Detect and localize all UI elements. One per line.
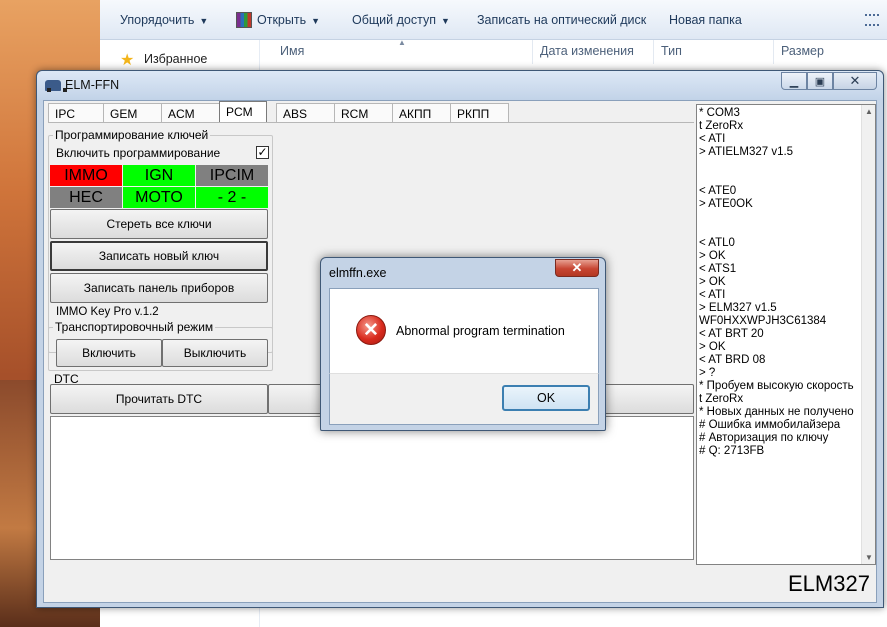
column-name[interactable]: Имя	[280, 44, 304, 58]
nav-favorites[interactable]: Избранное	[144, 52, 207, 66]
log-panel[interactable]: * COM3 t ZeroRx < ATI > ATIELM327 v1.5 < ATE…	[696, 104, 876, 565]
tab-acm[interactable]: ACM	[161, 103, 220, 122]
elm327-label: ELM327	[788, 571, 870, 596]
read-dtc-button[interactable]: Прочитать DTC	[50, 384, 268, 414]
dialog-footer: OK	[329, 373, 599, 425]
log-line: < ATL0	[699, 237, 735, 249]
chevron-down-icon: ▼	[311, 16, 321, 26]
close-icon: ✕	[849, 73, 861, 88]
transport-on-button[interactable]: Включить	[56, 339, 162, 367]
dialog-message: Abnormal program termination	[396, 324, 565, 338]
tab-gem[interactable]: GEM	[103, 103, 162, 122]
chevron-down-icon: ▼	[440, 16, 450, 26]
log-line: # Q: 2713FB	[699, 445, 765, 457]
scroll-down-icon[interactable]: ▼	[865, 553, 873, 562]
minimize-icon: ▁	[789, 75, 799, 88]
log-line: > OK	[699, 250, 726, 262]
group-label: Программирование ключей	[53, 128, 211, 142]
log-line: > ATE0OK	[699, 198, 753, 210]
log-line: < ATE0	[699, 185, 737, 197]
log-line: * COM3	[699, 107, 740, 119]
enable-programming-checkbox[interactable]: ✓	[256, 146, 269, 159]
log-line: # Авторизация по ключу	[699, 432, 829, 444]
tab-akpp[interactable]: АКПП	[392, 103, 451, 122]
car-icon	[45, 80, 67, 92]
version-label: IMMO Key Pro v.1.2	[56, 306, 159, 318]
status-cell-immo: IMMO	[50, 165, 122, 186]
log-line: * Новых данных не получено	[699, 406, 854, 418]
maximize-button[interactable]: ▣	[807, 72, 833, 90]
maximize-icon: ▣	[814, 75, 826, 88]
write-new-key-button[interactable]: Записать новый ключ	[50, 241, 268, 271]
status-cell-ign: IGN	[123, 165, 195, 186]
column-separator	[532, 40, 533, 64]
tab-strip-line	[48, 122, 694, 123]
log-line: > ATIELM327 v1.5	[699, 146, 794, 158]
log-line: t ZeroRx	[699, 393, 744, 405]
organize-button[interactable]: Упорядочить ▼	[120, 13, 208, 27]
error-icon: ✕	[356, 315, 386, 345]
dtc-output-area[interactable]	[50, 416, 694, 560]
log-line: # Ошибка иммобилайзера	[699, 419, 841, 431]
view-options-icon[interactable]	[865, 14, 879, 26]
explorer-toolbar: Упорядочить ▼ Открыть ▼ Общий доступ ▼ Запи…	[100, 0, 887, 40]
log-line: * Пробуем высокую скорость	[699, 380, 854, 392]
elm-title-bar[interactable]: ELM-FFN ▁ ▣ ✕	[37, 71, 883, 100]
scroll-up-icon[interactable]: ▲	[865, 107, 873, 116]
minimize-button[interactable]: ▁	[781, 72, 807, 90]
log-line: < ATI	[699, 289, 726, 301]
log-line: > OK	[699, 276, 726, 288]
log-line: > OK	[699, 341, 726, 353]
enable-programming-label: Включить программирование	[56, 146, 221, 160]
column-date[interactable]: Дата изменения	[540, 44, 634, 58]
window-title: ELM-FFN	[65, 78, 120, 92]
status-cell-hec: HEC	[50, 187, 122, 208]
status-cell-ipcim: IPCIM	[196, 165, 268, 186]
star-icon: ★	[120, 52, 135, 69]
caption-buttons: ▁ ▣ ✕	[781, 72, 877, 90]
log-line: < AT BRT 20	[699, 328, 764, 340]
tab-rkpp[interactable]: РКПП	[450, 103, 509, 122]
ok-button[interactable]: OK	[502, 385, 590, 411]
file-list-header: Имя ▲ Дата изменения Тип Размер	[260, 38, 887, 64]
chevron-down-icon: ▼	[199, 16, 209, 26]
column-type[interactable]: Тип	[661, 44, 682, 58]
dialog-title: elmffn.exe	[329, 266, 387, 280]
dialog-body: ✕ Abnormal program termination	[329, 288, 599, 373]
erase-all-keys-button[interactable]: Стереть все ключи	[50, 209, 268, 239]
write-cluster-button[interactable]: Записать панель приборов	[50, 273, 268, 303]
log-scrollbar[interactable]: ▲ ▼	[861, 105, 875, 564]
group-label: Транспортировочный режим	[53, 320, 216, 334]
log-line: < AT BRD 08	[699, 354, 766, 366]
column-separator	[773, 40, 774, 64]
dialog-close-button[interactable]: ✕	[555, 259, 599, 277]
share-button[interactable]: Общий доступ ▼	[352, 13, 450, 27]
tab-ipc[interactable]: IPC	[48, 103, 104, 122]
log-line: t ZeroRx	[699, 120, 744, 132]
status-cell-count: - 2 -	[196, 187, 268, 208]
close-icon: ✕	[571, 260, 583, 275]
log-line: > ?	[699, 367, 716, 379]
tab-pcm[interactable]: PCM	[219, 101, 267, 123]
log-line: < ATI	[699, 133, 726, 145]
close-button[interactable]: ✕	[833, 72, 877, 90]
column-size[interactable]: Размер	[781, 44, 824, 58]
log-line: WF0HXXWPJH3C61384	[699, 315, 827, 327]
sort-caret-icon: ▲	[398, 38, 406, 47]
new-folder-button[interactable]: Новая папка	[669, 13, 742, 27]
column-separator	[653, 40, 654, 64]
transport-off-button[interactable]: Выключить	[162, 339, 268, 367]
burn-disc-button[interactable]: Записать на оптический диск	[477, 13, 646, 27]
log-line: > ELM327 v1.5	[699, 302, 777, 314]
log-line: < ATS1	[699, 263, 737, 275]
tab-abs[interactable]: ABS	[276, 103, 335, 122]
winrar-icon	[236, 12, 252, 28]
error-dialog: elmffn.exe ✕ ✕ Abnormal program terminat…	[320, 257, 606, 431]
tab-rcm[interactable]: RCM	[334, 103, 393, 122]
status-cell-moto: MOTO	[123, 187, 195, 208]
open-button[interactable]: Открыть ▼	[257, 13, 320, 27]
